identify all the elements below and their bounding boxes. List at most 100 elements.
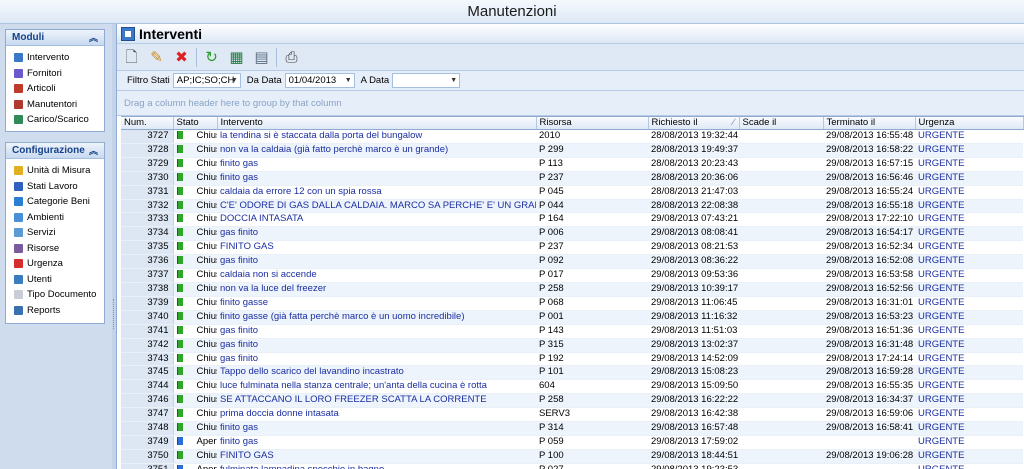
refresh-button[interactable]: ↻ [201,47,222,68]
sidebar-item-ambienti[interactable]: Ambienti [6,210,104,226]
table-row[interactable]: 3744 Chiusoluce fulminata nella stanza ce… [121,379,1023,395]
configurazione-panel-header[interactable]: Configurazione ︽ [6,143,104,159]
export-excel-button[interactable]: ▦ [226,47,247,68]
configurazione-panel: Configurazione ︽ Unità di Misura Stati La… [5,142,105,324]
print-button[interactable]: ⎙ [281,47,302,68]
cell-num: 3749 [121,435,174,450]
edit-button[interactable]: ✎ [146,47,167,68]
closed-flag-icon [176,283,183,292]
table-row[interactable]: 3729 Chiusofinito gasP 11328/08/2013 20:2… [121,157,1023,172]
sidebar-item-intervento[interactable]: Intervento [6,50,104,66]
sidebar-item-categorie-beni[interactable]: Categorie Beni [6,194,104,210]
cell-num: 3730 [121,171,174,186]
table-row[interactable]: 3733ChiusoDOCCIA INTASATAP 16429/08/2013… [121,212,1023,228]
column-header-urgenza[interactable]: Urgenza [915,117,1024,130]
stato-label: Chiuso [196,227,218,239]
new-document-icon: 🗋 [125,48,138,66]
table-row[interactable]: 3730 Chiusofinito gasP 23728/08/2013 20:3… [121,171,1023,186]
sidebar-item-unit-di-misura[interactable]: Unità di Misura [6,163,104,179]
cell-risorsa: P 164 [536,212,648,228]
table-row[interactable]: 3746 ChiusoSE ATTACCANO IL LORO FREEZER S… [121,393,1023,409]
table-row[interactable]: 3749 Apertofinito gasP 05929/08/2013 17:5… [121,435,1023,450]
column-header-risorsa[interactable]: Risorsa [536,117,649,130]
toolbar-separator [276,47,277,67]
new-document-button[interactable]: 🗋 [121,47,142,68]
sidebar-item-risorse[interactable]: Risorse [6,241,104,257]
column-header-stato[interactable]: Stato [173,117,218,130]
table-row[interactable]: 3734 Chiusogas finitoP 00629/08/2013 08:0… [121,226,1023,242]
column-header-terminato-il[interactable]: Terminato il [823,117,916,130]
cell-richiesto: 29/08/2013 16:57:48 [648,421,739,436]
cell-urgenza: URGENTE [915,449,1023,464]
column-header-label: Stato [176,117,199,128]
column-header-num[interactable]: Num. [121,117,174,130]
table-row[interactable]: 3737Chiusocaldaia non si accendeP 01729/… [121,268,1023,283]
table-row[interactable]: 3736 Chiusogas finitoP 09229/08/2013 08:3… [121,254,1023,270]
table-row[interactable]: 3742 Chiusogas finitoP 31529/08/2013 13:0… [121,338,1023,353]
cell-urgenza: URGENTE [915,226,1023,242]
delete-button[interactable]: ✖ [171,47,192,68]
collapse-chevron-icon[interactable]: ︽ [89,143,98,159]
cell-stato: Chiuso [173,212,217,228]
table-row[interactable]: 3728 Chiusonon va la caldaia (già fatto p… [121,143,1023,158]
sidebar-item-fornitori[interactable]: Fornitori [6,66,104,82]
dropdown-arrow-icon[interactable]: ▼ [345,74,352,88]
column-header-label: Risorsa [539,117,572,128]
cell-stato: Chiuso [173,365,217,381]
column-header-scade-il[interactable]: Scade il [739,117,824,130]
print-preview-button[interactable]: ▤ [251,47,272,68]
moduli-panel-header[interactable]: Moduli ︽ [6,30,104,46]
group-by-area[interactable]: Drag a column header here to group by th… [117,91,1024,116]
column-header-intervento[interactable]: Intervento [217,117,537,130]
table-row[interactable]: 3731 Chiusocaldaia da errore 12 con un sp… [121,185,1023,200]
table-row[interactable]: 3747 Chiusoprima doccia donne intasataSER… [121,407,1023,423]
cell-richiesto: 29/08/2013 11:16:32 [648,310,739,325]
cell-risorsa: P 001 [536,310,648,325]
sidebar-item-servizi[interactable]: Servizi [6,225,104,241]
dropdown-arrow-icon[interactable]: ▼ [231,74,238,88]
a-data-picker[interactable]: ▼ [392,73,461,88]
sidebar-item-stati-lavoro[interactable]: Stati Lavoro [6,179,104,195]
a-data-label: A Data [360,75,390,86]
table-row[interactable]: 3740 Chiusofinito gasse (già fatta perchè… [121,310,1023,325]
splitter-grip[interactable] [113,299,115,329]
table-row[interactable]: 3739 Chiusofinito gasseP 06829/08/2013 11… [121,296,1023,311]
table-row[interactable]: 3735 ChiusoFINITO GASP 23729/08/2013 08:2… [121,240,1023,256]
sidebar-item-carico-scarico[interactable]: Carico/Scarico [6,112,104,128]
sidebar-item-articoli[interactable]: Articoli [6,81,104,97]
table-row[interactable]: 3750 ChiusoFINITO GASP 10029/08/2013 18:4… [121,449,1023,464]
cell-risorsa: P 059 [536,435,648,450]
sidebar-item-manutentori[interactable]: Manutentori [6,97,104,113]
cell-stato: Chiuso [173,310,217,325]
cell-intervento: Tappo dello scarico del lavandino incast… [217,365,536,381]
sidebar-item-tipo-documento[interactable]: Tipo Documento [6,287,104,303]
page-title: Interventi [139,26,203,42]
table-row[interactable]: 3727 Chiusola tendina si è staccata dalla… [121,129,1023,144]
da-data-picker[interactable]: 01/04/2013 ▼ [284,73,355,88]
dropdown-arrow-icon[interactable]: ▼ [450,74,457,88]
filtro-stati-combo[interactable]: AP;IC;SO;CH ▼ [172,73,241,88]
grid-body: 3727Chiusola tendina si è staccata dalla… [121,129,1023,469]
sidebar-item-utenti[interactable]: Utenti [6,272,104,288]
table-row[interactable]: 3748Chiusofinito gasP 31429/08/2013 16:5… [121,421,1023,436]
table-row[interactable]: 3741 Chiusogas finitoP 14329/08/2013 11:5… [121,324,1023,339]
da-data-value: 01/04/2013 [288,75,337,86]
cell-scade [739,268,823,283]
cell-richiesto: 28/08/2013 20:23:43 [648,157,739,172]
stato-label: Chiuso [196,324,218,336]
table-row[interactable]: 3732 ChiusoC'E' ODORE DI GAS DALLA CALDAI… [121,199,1023,214]
sidebar-item-label: Urgenza [27,258,63,269]
cell-stato: Chiuso [173,393,217,409]
sidebar-item-urgenza[interactable]: Urgenza [6,256,104,272]
cell-scade [739,185,823,200]
table-row[interactable]: 3743 Chiusogas finitoP 19229/08/2013 14:5… [121,352,1023,367]
cell-urgenza: URGENTE [915,268,1023,283]
sidebar-item-label: Reports [27,304,61,316]
sidebar-item-reports[interactable]: Reports [6,303,104,319]
collapse-chevron-icon[interactable]: ︽ [89,30,98,46]
table-row[interactable]: 3751 Apertofulminata lampadina specchio i… [121,463,1023,469]
stato-label: Chiuso [196,171,218,183]
table-row[interactable]: 3745 ChiusoTappo dello scarico del lavand… [121,365,1023,381]
column-header-richiesto-il[interactable]: Richiesto il ∕ [648,117,740,130]
table-row[interactable]: 3738 Chiusonon va la luce del freezerP 25… [121,282,1023,297]
